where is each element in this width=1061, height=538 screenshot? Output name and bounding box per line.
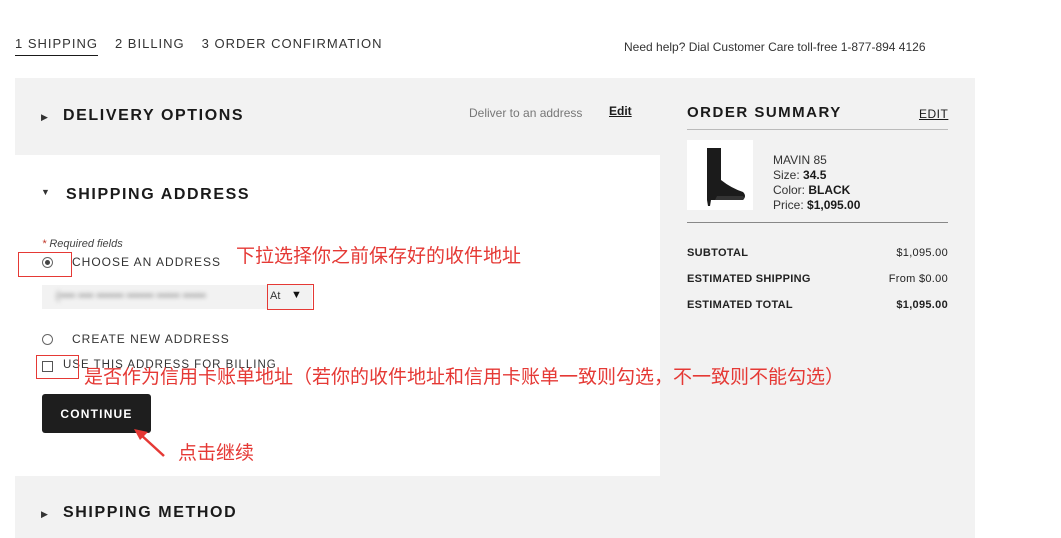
step-order-confirmation[interactable]: 3 ORDER CONFIRMATION [202, 36, 383, 56]
required-fields-note: * Required fields [42, 238, 123, 250]
create-address-label[interactable]: CREATE NEW ADDRESS [72, 332, 230, 346]
triangle-right-icon: ▶ [41, 509, 48, 519]
summary-divider-2 [687, 222, 948, 223]
triangle-down-icon: ▼ [41, 187, 50, 197]
product-name: MAVIN 85 [773, 153, 827, 167]
choose-address-label[interactable]: CHOOSE AN ADDRESS [72, 255, 221, 269]
summary-divider [687, 129, 948, 130]
subtotal-label: SUBTOTAL [687, 247, 749, 259]
estimated-total-value: $1,095.00 [896, 299, 948, 311]
estimated-shipping-label: ESTIMATED SHIPPING [687, 273, 811, 285]
delivery-edit-link[interactable]: Edit [609, 104, 632, 118]
address-select-value: (•••• •••• ••••••• ••••••• •••••• •••••• [56, 290, 206, 302]
annotation-continue-hint: 点击继续 [178, 442, 255, 464]
summary-edit-link[interactable]: EDIT [919, 107, 948, 121]
subtotal-value: $1,095.00 [896, 247, 948, 259]
product-color: Color: BLACK [773, 183, 851, 197]
step-billing[interactable]: 2 BILLING [115, 36, 185, 56]
order-summary-title: ORDER SUMMARY [687, 104, 842, 121]
estimated-shipping-value: From $0.00 [888, 273, 948, 285]
shipping-method-title[interactable]: SHIPPING METHOD [63, 504, 237, 522]
triangle-right-icon: ▶ [41, 112, 48, 122]
annotation-box-radio [18, 252, 72, 277]
checkout-steps: 1 SHIPPING 2 BILLING 3 ORDER CONFIRMATIO… [15, 36, 400, 56]
boot-icon [707, 148, 745, 206]
product-size: Size: 34.5 [773, 168, 827, 182]
red-arrow-icon [134, 429, 165, 457]
subtotal-row: SUBTOTAL $1,095.00 [687, 247, 948, 259]
shipping-address-title[interactable]: SHIPPING ADDRESS [66, 186, 250, 204]
estimated-shipping-row: ESTIMATED SHIPPING From $0.00 [687, 273, 948, 285]
create-address-radio[interactable] [42, 334, 53, 345]
annotation-box-checkbox [36, 355, 79, 379]
delivery-options-title[interactable]: DELIVERY OPTIONS [63, 107, 244, 125]
required-text: Required fields [46, 238, 123, 250]
delivery-note: Deliver to an address [469, 106, 583, 120]
product-price: Price: $1,095.00 [773, 198, 861, 212]
estimated-total-label: ESTIMATED TOTAL [687, 299, 793, 311]
product-image[interactable] [687, 140, 753, 210]
annotation-box-dropdown [267, 284, 314, 310]
annotation-billing-hint: 是否作为信用卡账单地址（若你的收件地址和信用卡账单一致则勾选，不一致则不能勾选） [84, 366, 845, 388]
annotation-dropdown-hint: 下拉选择你之前保存好的收件地址 [236, 245, 522, 267]
customer-care-help: Need help? Dial Customer Care toll-free … [624, 40, 926, 54]
step-shipping[interactable]: 1 SHIPPING [15, 36, 98, 56]
estimated-total-row: ESTIMATED TOTAL $1,095.00 [687, 299, 948, 311]
product-info: MAVIN 85 Size: 34.5 Color: BLACK Price: … [773, 153, 860, 213]
